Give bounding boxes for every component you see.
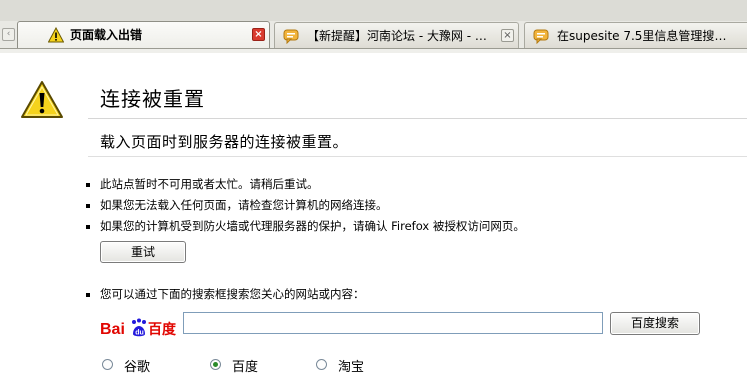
suggestion-item: 如果您无法载入任何页面，请检查您计算机的网络连接。 <box>86 195 525 216</box>
engine-label: 谷歌 <box>124 360 151 375</box>
search-input[interactable] <box>183 312 603 334</box>
svg-text:百度: 百度 <box>148 321 176 338</box>
suggestion-item: 如果您的计算机受到防火墙或代理服务器的保护，请确认 Firefox 被授权访问网… <box>86 216 525 237</box>
warning-icon <box>48 27 64 43</box>
error-suggestions: 此站点暂时不可用或者太忙。请稍后重试。 如果您无法载入任何页面，请检查您计算机的… <box>86 174 525 237</box>
search-prompt: 您可以通过下面的搜索框搜索您关心的网站或内容： <box>86 286 365 302</box>
tab-scroll-left-button[interactable]: ‹ <box>2 28 15 41</box>
engine-label: 百度 <box>232 360 259 375</box>
tab-label: 在supesite 7.5里信息管理搜索“… <box>557 29 729 43</box>
suggestion-item: 此站点暂时不可用或者太忙。请稍后重试。 <box>86 174 525 195</box>
speech-bubble-icon <box>533 29 549 44</box>
speech-bubble-icon <box>283 29 299 44</box>
tab-supesite-search[interactable]: 在supesite 7.5里信息管理搜索“… <box>524 22 747 48</box>
tab-label: 页面载入出错 <box>70 28 143 42</box>
description-divider <box>88 156 747 157</box>
error-description: 载入页面时到服务器的连接被重置。 <box>100 133 349 151</box>
svg-text:du: du <box>135 330 144 337</box>
radio-button[interactable] <box>102 359 113 370</box>
toolbar-edge <box>0 0 747 21</box>
close-tab-icon[interactable]: × <box>252 28 265 41</box>
svg-text:Bai: Bai <box>100 321 125 338</box>
tab-page-load-error[interactable]: 页面载入出错 × <box>17 21 270 49</box>
engine-label: 淘宝 <box>338 360 365 375</box>
warning-icon <box>21 81 63 118</box>
title-divider <box>88 118 747 119</box>
search-button[interactable]: 百度搜索 <box>610 312 700 335</box>
baidu-logo: Bai du 百度 <box>100 318 176 338</box>
tab-henan-forum[interactable]: 【新提醒】河南论坛 - 大豫网 - P… × <box>274 22 519 48</box>
close-tab-icon[interactable]: × <box>501 29 514 42</box>
radio-button-selected[interactable] <box>210 359 221 370</box>
tab-strip: ‹ 页面载入出错 × 【新提醒】河南论坛 - 大豫网 - P… × 在supes… <box>0 0 747 53</box>
tab-strip-border <box>0 48 747 53</box>
radio-button[interactable] <box>316 359 327 370</box>
error-title: 连接被重置 <box>100 87 205 111</box>
tab-label: 【新提醒】河南论坛 - 大豫网 - P… <box>307 29 494 43</box>
retry-button[interactable]: 重试 <box>100 241 186 263</box>
